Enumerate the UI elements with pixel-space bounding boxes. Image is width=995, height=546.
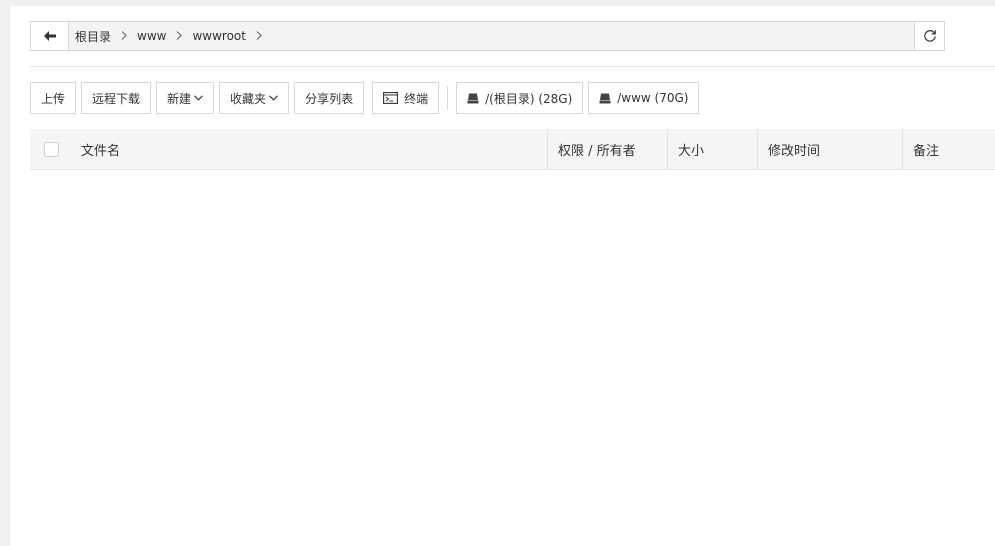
- favorites-button-label: 收藏夹: [230, 91, 267, 106]
- terminal-button[interactable]: 终端: [372, 82, 440, 114]
- disk-root-button[interactable]: /(根目录) (28G): [456, 82, 584, 114]
- select-all-checkbox[interactable]: [44, 141, 59, 157]
- column-header-filename[interactable]: 文件名: [81, 129, 547, 169]
- column-header-permission[interactable]: 权限 / 所有者: [547, 129, 667, 169]
- toolbar: 上传 远程下载 新建 收藏夹 分享列表 终端 /(根目录) (28G) /www…: [30, 82, 704, 114]
- remote-download-button-label: 远程下载: [92, 91, 141, 106]
- terminal-icon: [383, 92, 399, 104]
- disk-www-button-label: /www (70G): [617, 91, 689, 105]
- chevron-down-icon: [269, 95, 278, 101]
- column-modified-time-label: 修改时间: [768, 143, 821, 159]
- column-header-note[interactable]: 备注: [902, 129, 995, 169]
- disk-root-button-label: /(根目录) (28G): [485, 91, 573, 106]
- divider: [30, 66, 995, 67]
- new-button-label: 新建: [167, 91, 192, 106]
- favorites-dropdown-button[interactable]: 收藏夹: [219, 82, 290, 114]
- arrow-left-icon: [43, 31, 56, 41]
- column-header-modified-time[interactable]: 修改时间: [757, 129, 902, 169]
- column-filename-label: 文件名: [81, 143, 121, 159]
- breadcrumb-item-wwwroot[interactable]: wwwroot: [192, 29, 246, 43]
- refresh-button[interactable]: [914, 22, 944, 50]
- back-button[interactable]: [31, 22, 69, 50]
- chevron-right-icon: [176, 29, 183, 43]
- file-manager-panel: 根目录 www wwwroot 上传 远程下载 新建 收藏夹 分享列表 终端 /…: [10, 6, 995, 546]
- column-note-label: 备注: [913, 143, 940, 159]
- new-dropdown-button[interactable]: 新建: [156, 82, 215, 114]
- disk-icon: [467, 93, 479, 104]
- column-header-size[interactable]: 大小: [667, 129, 757, 169]
- terminal-button-label: 终端: [404, 91, 429, 106]
- path-bar: 根目录 www wwwroot: [30, 21, 945, 51]
- upload-button[interactable]: 上传: [30, 82, 77, 114]
- breadcrumb-item-www[interactable]: www: [137, 29, 166, 43]
- refresh-icon: [923, 29, 937, 43]
- chevron-right-icon: [121, 29, 127, 43]
- disk-icon: [599, 93, 611, 104]
- chevron-down-icon: [194, 95, 203, 101]
- upload-button-label: 上传: [41, 91, 66, 106]
- share-list-button-label: 分享列表: [305, 91, 354, 106]
- breadcrumb: 根目录 www wwwroot: [69, 22, 914, 50]
- share-list-button[interactable]: 分享列表: [294, 82, 365, 114]
- column-permission-label: 权限 / 所有者: [558, 143, 636, 159]
- toolbar-separator: [447, 86, 449, 110]
- column-size-label: 大小: [678, 143, 705, 159]
- disk-www-button[interactable]: /www (70G): [588, 82, 700, 114]
- remote-download-button[interactable]: 远程下载: [81, 82, 152, 114]
- breadcrumb-item-root[interactable]: 根目录: [75, 28, 111, 45]
- file-table-header: 文件名 权限 / 所有者 大小 修改时间 备注: [30, 129, 995, 170]
- chevron-right-icon: [256, 29, 262, 43]
